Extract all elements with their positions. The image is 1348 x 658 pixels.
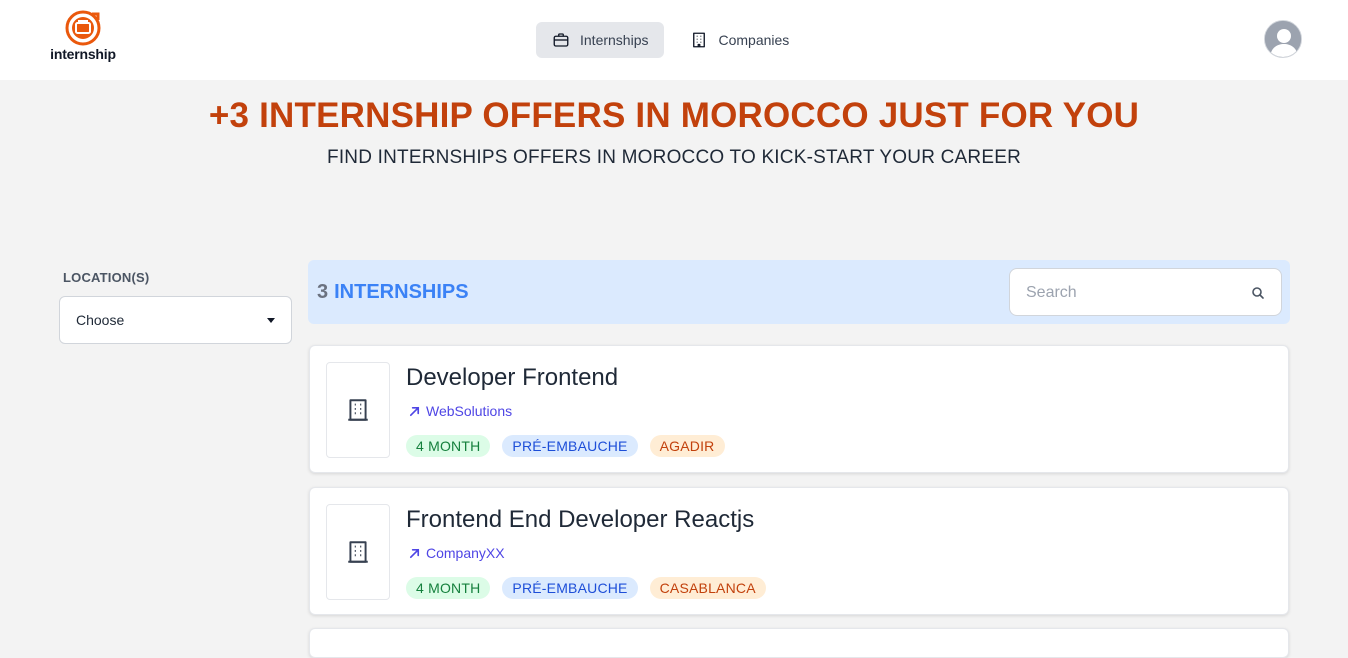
tag-list: 4 MONTH PRÉ-EMBAUCHE CASABLANCA [406,577,766,599]
type-tag: PRÉ-EMBAUCHE [502,435,638,457]
duration-tag: 4 MONTH [406,577,491,599]
building-icon [693,32,706,48]
results-count: 3 INTERNSHIPS [317,281,469,304]
internship-card[interactable]: Developer Frontend WebSolutions 4 MONTH … [309,345,1289,473]
results-count-label: INTERNSHIPS [334,281,469,303]
results-header: 3 INTERNSHIPS [308,260,1290,324]
company-link[interactable]: WebSolutions [408,403,512,419]
company-logo-placeholder [326,362,390,458]
nav-internships[interactable]: Internships [536,22,665,58]
search-icon[interactable] [1250,285,1266,301]
building-icon [348,541,368,563]
caret-down-icon [267,317,275,323]
results-count-number: 3 [317,281,329,303]
internship-logo[interactable]: internship [48,10,118,66]
hero-title: +3 INTERNSHIP OFFERS IN MOROCCO JUST FOR… [208,96,1140,135]
location-tag: AGADIR [649,435,725,457]
company-name: CompanyXX [426,545,505,561]
company-name: WebSolutions [426,403,513,419]
location-select[interactable]: Choose [59,296,292,344]
arrow-up-right-icon [409,548,420,558]
internship-card-partial[interactable] [309,628,1289,658]
search-box [1009,268,1282,316]
building-icon [348,399,368,421]
arrow-up-right-icon [409,406,420,416]
tag-list: 4 MONTH PRÉ-EMBAUCHE AGADIR [406,435,725,457]
company-link[interactable]: CompanyXX [408,545,505,561]
duration-tag: 4 MONTH [406,435,491,457]
nav-companies[interactable]: Companies [674,22,805,58]
search-input[interactable] [1026,281,1246,305]
internship-card[interactable]: Frontend End Developer Reactjs CompanyXX… [309,487,1289,615]
internship-title[interactable]: Frontend End Developer Reactjs [406,506,754,534]
nav-internships-label: Internships [580,32,649,48]
location-tag: CASABLANCA [649,577,766,599]
location-filter-label: LOCATION(S) [63,270,150,285]
logo-text: internship [50,46,116,62]
briefcase-icon [553,33,569,47]
top-navbar: internship Internships Companies [0,0,1348,80]
user-avatar[interactable] [1264,20,1302,58]
location-select-value: Choose [76,312,125,328]
company-logo-placeholder [326,504,390,600]
hero-subtitle: FIND INTERNSHIPS OFFERS IN MOROCCO TO KI… [327,147,1021,168]
main-nav: Internships Companies [536,22,805,58]
user-avatar-icon [1265,21,1301,57]
internship-title[interactable]: Developer Frontend [406,364,618,392]
type-tag: PRÉ-EMBAUCHE [502,577,638,599]
nav-companies-label: Companies [718,32,790,48]
logo-mark-icon [65,10,101,46]
